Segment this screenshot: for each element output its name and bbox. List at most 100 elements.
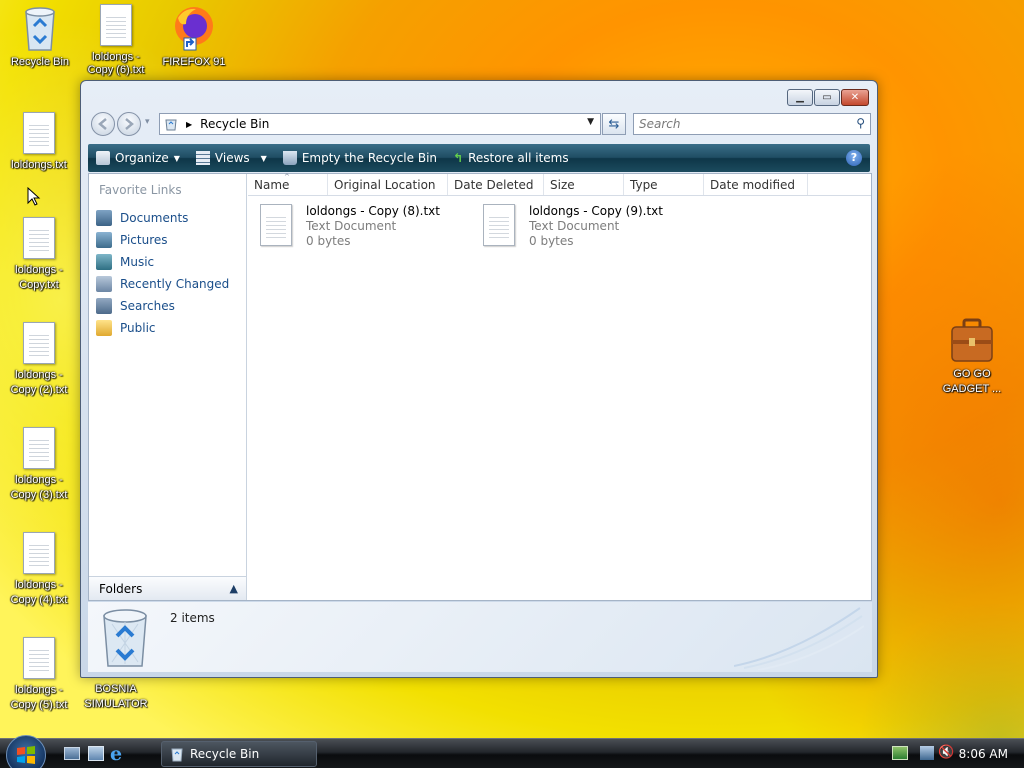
column-header-label: Type xyxy=(630,178,658,192)
desktop-icon-label: loldongs - Copy (3).txt xyxy=(10,474,68,501)
organize-button[interactable]: Organize ▼ xyxy=(88,144,188,172)
window-controls: ▁ ▭ ✕ xyxy=(787,89,869,106)
show-desktop-icon[interactable] xyxy=(64,747,80,760)
help-button[interactable]: ? xyxy=(846,150,862,166)
recycle-bin-small-icon xyxy=(165,119,177,131)
back-arrow-icon xyxy=(98,118,107,130)
recent-pages-dropdown-icon[interactable]: ▾ xyxy=(145,117,150,127)
nav-item-pictures[interactable]: Pictures xyxy=(89,229,246,251)
recently-changed-icon xyxy=(96,276,112,292)
desktop-icon-label: loldongs - Copy.txt xyxy=(15,264,63,291)
nav-item-label: Searches xyxy=(120,299,175,313)
favorite-links-heading: Favorite Links xyxy=(99,183,182,197)
file-name: loldongs - Copy (8).txt xyxy=(306,204,440,218)
breadcrumb-separator-icon[interactable]: ▶ xyxy=(186,120,192,129)
desktop-icon-bosnia-simulator[interactable]: BOSNIA SIMULATOR xyxy=(78,682,154,712)
desktop-icon-text-file[interactable]: loldongs - Copy.txt xyxy=(1,217,77,293)
nav-item-label: Documents xyxy=(120,211,189,225)
text-file-icon xyxy=(23,532,55,574)
nav-item-public[interactable]: Public xyxy=(89,317,246,339)
column-header-size[interactable]: Size xyxy=(544,174,624,195)
minimize-button[interactable]: ▁ xyxy=(787,89,813,106)
restore-arrow-icon: ↰ xyxy=(453,151,464,165)
column-header-row: ^ Name Original Location Date Deleted Si… xyxy=(248,173,871,196)
desktop-icon-text-file[interactable]: loldongs - Copy (6).txt xyxy=(78,4,154,77)
windows-logo-icon xyxy=(17,746,35,764)
empty-recycle-bin-label: Empty the Recycle Bin xyxy=(301,151,438,165)
desktop-icon-label: Recycle Bin xyxy=(10,56,70,68)
desktop-icon-text-file[interactable]: loldongs - Copy (5).txt xyxy=(1,637,77,713)
chevron-down-icon: ▼ xyxy=(173,153,180,163)
firefox-icon xyxy=(156,4,232,55)
column-header-type[interactable]: Type xyxy=(624,174,704,195)
desktop-icon-label: loldongs.txt xyxy=(11,159,67,171)
column-header-name[interactable]: ^ Name xyxy=(248,173,328,195)
column-header-original-location[interactable]: Original Location xyxy=(328,174,448,195)
music-icon xyxy=(96,254,112,270)
file-type: Text Document xyxy=(529,219,620,233)
recycle-bin-small-icon xyxy=(171,748,183,762)
taskbar: e Recycle Bin 🔇 8:06 AM xyxy=(0,735,1024,768)
file-name: loldongs - Copy (9).txt xyxy=(529,204,663,218)
network-status-icon[interactable] xyxy=(892,746,908,760)
text-file-icon xyxy=(260,204,292,246)
monitor-tray-icon[interactable] xyxy=(920,746,934,760)
sort-ascending-icon: ^ xyxy=(284,173,290,181)
desktop-icon-label: GO GO GADGET ... xyxy=(942,368,1002,395)
chevron-down-icon: ▼ xyxy=(260,153,267,163)
switch-windows-icon[interactable] xyxy=(88,746,104,761)
address-bar[interactable]: ▶ Recycle Bin ▼ xyxy=(159,113,601,135)
nav-item-recently-changed[interactable]: Recently Changed xyxy=(89,273,246,295)
column-header-label: Date Deleted xyxy=(454,178,534,192)
back-button[interactable] xyxy=(91,112,115,136)
desktop-icon-text-file[interactable]: loldongs.txt xyxy=(1,112,77,173)
close-button[interactable]: ✕ xyxy=(841,89,869,106)
taskbar-item-label: Recycle Bin xyxy=(190,747,260,761)
navigation-pane: Favorite Links Documents Pictures Music … xyxy=(89,174,247,600)
folders-toggle[interactable]: Folders ▲ xyxy=(89,576,246,600)
forward-arrow-icon xyxy=(125,118,134,130)
address-row: ▾ ▶ Recycle Bin ▼ ⇆ Search ⚲ xyxy=(89,112,871,136)
forward-button[interactable] xyxy=(117,112,141,136)
column-header-label: Date modified xyxy=(710,178,796,192)
briefcase-icon xyxy=(934,316,1010,367)
taskbar-clock[interactable]: 8:06 AM xyxy=(959,747,1008,761)
views-label: Views xyxy=(214,151,250,165)
column-header-label: Size xyxy=(550,178,575,192)
file-tile[interactable]: loldongs - Copy (9).txt Text Document 0 … xyxy=(471,200,686,252)
restore-all-button[interactable]: ↰ Restore all items xyxy=(445,144,577,172)
desktop-icon-firefox[interactable]: FIREFOX 91 xyxy=(156,4,232,70)
start-button[interactable] xyxy=(6,735,46,768)
desktop-icon-text-file[interactable]: loldongs - Copy (3).txt xyxy=(1,427,77,503)
internet-explorer-icon[interactable]: e xyxy=(110,743,122,765)
mouse-cursor-icon xyxy=(27,187,41,206)
taskbar-item-recycle-bin[interactable]: Recycle Bin xyxy=(161,741,317,767)
desktop-icon-label: loldongs - Copy (5).txt xyxy=(10,684,68,711)
address-dropdown-icon[interactable]: ▼ xyxy=(587,117,594,127)
command-toolbar: Organize ▼ Views ▼ Empty the Recycle Bin… xyxy=(88,144,870,172)
desktop-icon-label: FIREFOX 91 xyxy=(162,56,226,68)
organize-label: Organize xyxy=(115,151,169,165)
minimize-icon: ▁ xyxy=(796,92,804,103)
nav-item-documents[interactable]: Documents xyxy=(89,207,246,229)
desktop-icon-label: BOSNIA SIMULATOR xyxy=(84,683,148,710)
nav-item-music[interactable]: Music xyxy=(89,251,246,273)
search-icon[interactable]: ⚲ xyxy=(856,116,865,130)
volume-muted-icon[interactable]: 🔇 xyxy=(938,745,954,760)
refresh-button[interactable]: ⇆ xyxy=(602,113,626,135)
column-header-date-modified[interactable]: Date modified xyxy=(704,174,808,195)
desktop-icon-text-file[interactable]: loldongs - Copy (4).txt xyxy=(1,532,77,608)
column-header-date-deleted[interactable]: Date Deleted xyxy=(448,174,544,195)
refresh-icon: ⇆ xyxy=(608,116,620,132)
file-tile[interactable]: loldongs - Copy (8).txt Text Document 0 … xyxy=(248,200,463,252)
desktop-icon-gadget[interactable]: GO GO GADGET ... xyxy=(934,316,1010,397)
nav-item-searches[interactable]: Searches xyxy=(89,295,246,317)
desktop-icon-recycle-bin[interactable]: Recycle Bin xyxy=(2,4,78,70)
search-input[interactable]: Search ⚲ xyxy=(633,113,871,135)
maximize-button[interactable]: ▭ xyxy=(814,89,840,106)
views-button[interactable]: Views ▼ xyxy=(188,144,275,172)
nav-item-label: Recently Changed xyxy=(120,277,230,291)
desktop-icon-label: loldongs - Copy (2).txt xyxy=(10,369,68,396)
desktop-icon-text-file[interactable]: loldongs - Copy (2).txt xyxy=(1,322,77,398)
empty-recycle-bin-button[interactable]: Empty the Recycle Bin xyxy=(275,144,445,172)
